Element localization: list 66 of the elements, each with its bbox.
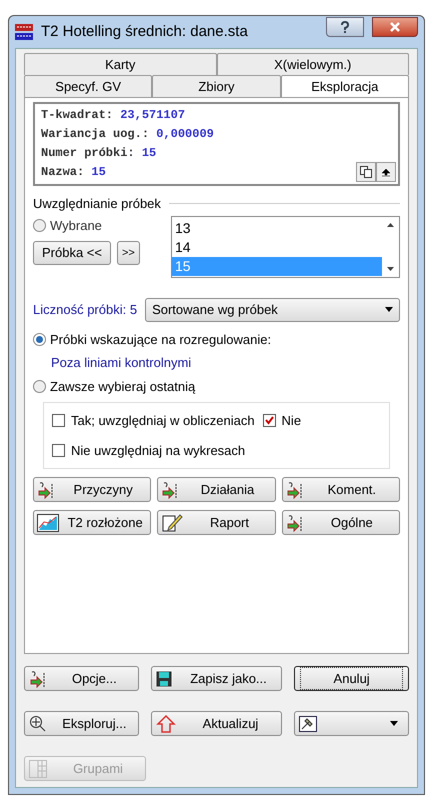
radio-label: Próbki wskazujące na rozregulowanie: (50, 330, 272, 349)
checkbox[interactable] (52, 444, 65, 457)
checkbox[interactable] (262, 414, 276, 428)
info-line: Nazwa: 15 (41, 164, 106, 181)
action-button[interactable]: Raport (157, 510, 276, 535)
checkbox-label: Tak; uwzględniaj w obliczeniach (71, 412, 255, 430)
checkbox[interactable] (52, 414, 65, 428)
pencil-page-icon (161, 512, 184, 532)
radio-button[interactable] (33, 332, 46, 346)
list-item[interactable]: 14 (172, 238, 382, 256)
caret-icon (390, 721, 398, 726)
sample-count: Liczność próbki: 5 (33, 300, 138, 319)
dialog-button[interactable]: Eksploruj... (24, 711, 139, 736)
help-button[interactable] (326, 17, 364, 37)
radio-button[interactable] (33, 218, 46, 232)
dialog-button[interactable]: Zapisz jako... (150, 666, 282, 691)
dialog-button[interactable]: Anuluj (294, 666, 409, 691)
question-arrow-icon (161, 480, 180, 498)
magnifier-icon (29, 714, 47, 732)
info-line: Numer próbki: 15 (41, 145, 156, 162)
up-arrow-icon (382, 168, 390, 176)
expand-button[interactable] (376, 162, 396, 182)
tab[interactable]: Eksploracja (280, 75, 409, 97)
app-icon (15, 24, 33, 40)
tab[interactable]: Specyf. GV (24, 75, 152, 97)
action-button[interactable]: T2 rozłożone (33, 510, 152, 535)
info-line: Wariancja uog.: 0,000009 (41, 126, 214, 143)
close-button[interactable] (372, 17, 418, 37)
status-note: Poza liniami kontrolnymi (50, 354, 192, 372)
checkbox-label: Nie uwzględniaj na wykresach (71, 442, 246, 460)
close-icon (390, 22, 400, 32)
group-label: Uwzględnianie próbek (33, 195, 161, 213)
grid-table-icon (29, 760, 47, 778)
tab[interactable]: Karty (24, 53, 216, 75)
dialog-button[interactable]: Aktualizuj (150, 711, 282, 736)
question-arrow-icon (286, 480, 304, 498)
radio-button[interactable] (33, 380, 46, 393)
tools-dropdown-button[interactable] (294, 711, 409, 736)
next-sample-button[interactable]: >> (117, 241, 140, 265)
tab[interactable]: X(wielowym.) (216, 53, 409, 75)
question-arrow-icon (286, 514, 304, 532)
house-outline-icon (156, 714, 176, 734)
info-line: T-kwadrat: 23,571107 (41, 107, 186, 124)
scroll-down-icon[interactable] (387, 266, 394, 270)
window-title: T2 Hotelling średnich: dane.sta (41, 22, 249, 42)
radio-label: Wybrane (50, 216, 102, 235)
help-icon (340, 21, 350, 33)
radio-label: Zawsze wybieraj ostatnią (50, 378, 196, 396)
checkbox-label: Nie (282, 412, 302, 430)
copy-button[interactable] (356, 162, 376, 182)
caret-icon (385, 307, 393, 312)
tab[interactable]: Zbiory (152, 75, 281, 97)
scroll-up-icon[interactable] (387, 222, 394, 226)
action-button[interactable]: Ogólne (282, 510, 400, 535)
dialog-button[interactable]: Opcje... (24, 666, 139, 691)
list-item[interactable]: 13 (172, 218, 382, 238)
action-button[interactable]: Koment. (282, 477, 400, 502)
copy-icon (360, 166, 372, 178)
previous-sample-button[interactable]: Próbka << (33, 241, 111, 265)
action-button[interactable]: Przyczyny (33, 477, 152, 502)
chart-icon (37, 514, 59, 532)
question-arrow-icon (37, 480, 55, 498)
action-button[interactable]: Działania (157, 477, 276, 502)
hammer-icon (299, 716, 318, 732)
question-arrow-icon (29, 670, 47, 688)
sort-dropdown[interactable]: Sortowane wg próbek (145, 298, 400, 322)
